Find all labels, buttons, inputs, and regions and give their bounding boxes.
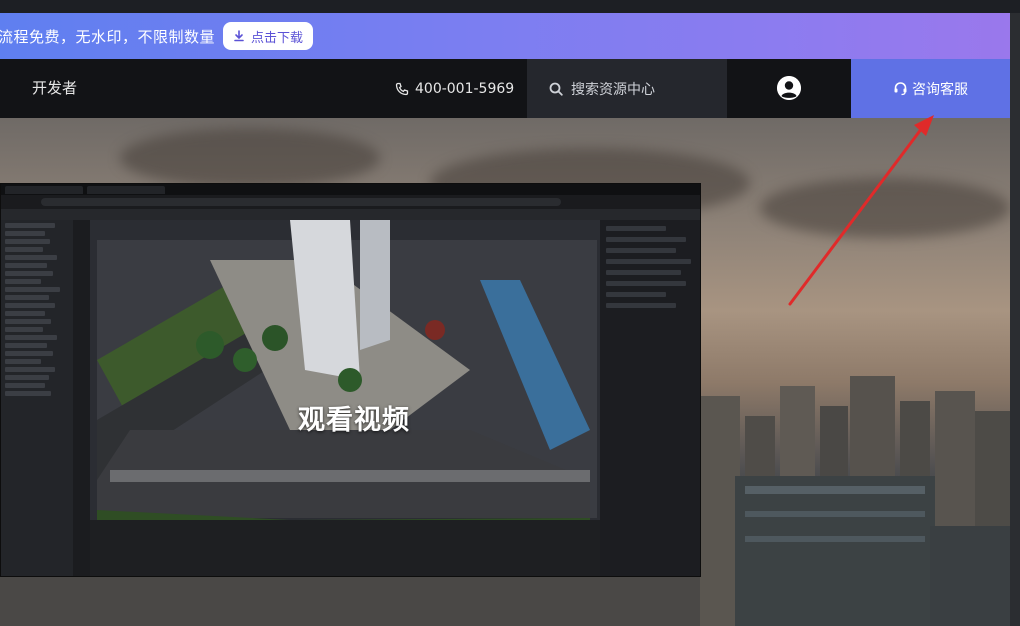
properties-panel: [600, 220, 700, 576]
tree-row: [5, 263, 47, 268]
tree-row: [5, 367, 55, 372]
tree-row: [5, 271, 53, 276]
cloud-shape: [760, 178, 1010, 238]
tree-row: [5, 247, 43, 252]
property-row: [606, 248, 676, 253]
tree-row: [5, 319, 51, 324]
property-row: [606, 303, 676, 308]
property-row: [606, 292, 666, 297]
phone-number: 400-001-5969: [415, 80, 515, 97]
download-icon: [234, 30, 244, 42]
phone-icon: [395, 82, 409, 95]
headset-icon: [894, 82, 907, 96]
tree-row: [5, 311, 45, 316]
tree-row: [5, 303, 55, 308]
top-nav: 开发者 400-001-5969 搜索资源中心 咨询客服: [0, 59, 1010, 118]
browser-address-bar: [1, 195, 700, 209]
tree-row: [5, 335, 57, 340]
video-preview[interactable]: [0, 183, 701, 577]
tree-row: [5, 359, 41, 364]
customer-service-label: 咨询客服: [912, 81, 968, 98]
page-scrollbar[interactable]: [1010, 13, 1020, 626]
property-row: [606, 259, 691, 264]
tree-row: [5, 239, 50, 244]
tree-row: [5, 375, 49, 380]
tree-row: [5, 231, 45, 236]
browser-tab: [5, 185, 83, 194]
property-row: [606, 281, 686, 286]
search-box[interactable]: 搜索资源中心: [527, 59, 727, 118]
download-button[interactable]: 点击下载: [223, 22, 314, 50]
promo-text: 流程免费，无水印，不限制数量: [0, 27, 216, 46]
tree-row: [5, 223, 55, 228]
promo-banner: 流程免费，无水印，不限制数量 点击下载: [0, 13, 1015, 59]
download-button-label: 点击下载: [251, 30, 304, 46]
editor-toolbar: [1, 209, 700, 220]
property-row: [606, 270, 681, 275]
customer-service-button[interactable]: 咨询客服: [851, 59, 1010, 118]
tree-row: [5, 383, 45, 388]
browser-tab-strip: [1, 184, 700, 195]
browser-tab: [87, 185, 165, 194]
tool-icon-column: [73, 220, 90, 576]
address-field: [41, 198, 561, 206]
tree-row: [5, 327, 43, 332]
tree-row: [5, 343, 47, 348]
tree-row: [5, 351, 53, 356]
nav-brand[interactable]: 开发者: [32, 59, 77, 118]
tree-row: [5, 255, 57, 260]
watch-video-label[interactable]: 观看视频: [298, 398, 410, 437]
tree-row: [5, 391, 51, 396]
phone-link[interactable]: 400-001-5969: [395, 59, 514, 118]
scene-tree-panel: [1, 220, 73, 576]
tree-row: [5, 287, 60, 292]
search-placeholder: 搜索资源中心: [571, 81, 655, 98]
property-row: [606, 237, 686, 242]
avatar-graphic: [777, 76, 801, 100]
tree-row: [5, 279, 41, 284]
property-row: [606, 226, 666, 231]
cloud-shape: [120, 128, 380, 188]
search-icon: [549, 82, 563, 96]
user-avatar-icon[interactable]: [777, 76, 801, 100]
tree-row: [5, 295, 49, 300]
